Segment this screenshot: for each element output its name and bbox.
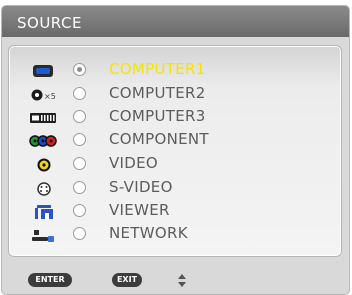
video-rca-icon (37, 158, 51, 172)
source-label: S-VIDEO (109, 178, 173, 196)
source-item-computer2[interactable]: ×5 COMPUTER2 (0, 84, 340, 106)
source-label: VIDEO (109, 154, 159, 172)
source-radio[interactable] (73, 181, 86, 194)
source-radio[interactable] (73, 110, 86, 123)
component-rca-icon (29, 135, 57, 147)
source-radio[interactable] (73, 63, 86, 76)
s-video-icon (37, 182, 51, 196)
source-radio[interactable] (73, 87, 86, 100)
source-label: VIEWER (109, 201, 170, 219)
computer-port-icon (33, 65, 53, 77)
source-label: COMPUTER3 (109, 107, 206, 125)
source-label: NETWORK (109, 224, 188, 242)
enter-button[interactable]: ENTER (28, 273, 72, 287)
source-item-computer1[interactable]: COMPUTER1 (0, 60, 340, 82)
source-item-network[interactable]: NETWORK (0, 224, 340, 246)
source-radio[interactable] (73, 157, 86, 170)
bnc-x5-text: ×5 (44, 92, 56, 101)
title-bar: SOURCE (2, 6, 349, 37)
window-title: SOURCE (17, 14, 82, 32)
source-radio[interactable] (73, 227, 86, 240)
source-item-s-video[interactable]: S-VIDEO (0, 178, 340, 200)
source-item-video[interactable]: VIDEO (0, 154, 340, 176)
network-icon (32, 230, 54, 242)
exit-button[interactable]: EXIT (112, 273, 142, 287)
source-radio[interactable] (73, 133, 86, 146)
source-label: COMPUTER2 (109, 84, 206, 102)
source-item-viewer[interactable]: VIEWER (0, 201, 340, 223)
source-label: COMPUTER1 (109, 60, 206, 78)
source-item-component[interactable]: COMPONENT (0, 130, 340, 152)
source-label: COMPONENT (109, 130, 209, 148)
source-radio[interactable] (73, 204, 86, 217)
viewer-icon (35, 205, 53, 219)
up-down-arrows-icon (178, 274, 186, 287)
source-item-computer3[interactable]: COMPUTER3 (0, 107, 340, 129)
dvi-port-icon (30, 113, 56, 123)
bnc-x5-icon: ×5 (31, 89, 56, 101)
